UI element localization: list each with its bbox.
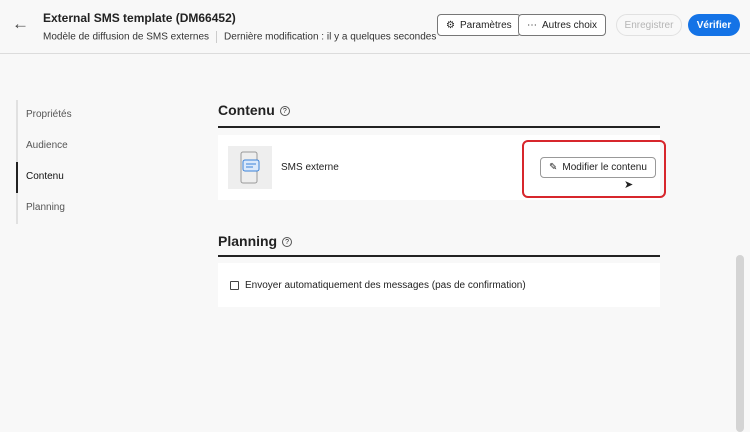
- template-type: Modèle de diffusion de SMS externes: [43, 31, 210, 43]
- nav-item-planning[interactable]: Planning: [16, 193, 72, 224]
- more-label: Autres choix: [542, 19, 598, 31]
- nav-item-properties[interactable]: Propriétés: [16, 100, 72, 131]
- more-options-button[interactable]: ⋯ Autres choix: [518, 14, 607, 36]
- subtitle: Modèle de diffusion de SMS externes Derni…: [43, 31, 436, 43]
- divider: [218, 255, 660, 257]
- planning-title: Planning: [218, 233, 278, 249]
- content-section-title: Contenu?: [218, 102, 290, 118]
- content-title: Contenu: [218, 102, 275, 118]
- header: ← External SMS template (DM66452) Modèle…: [0, 0, 750, 54]
- back-arrow-icon[interactable]: ←: [12, 14, 29, 34]
- scrollbar[interactable]: [736, 255, 744, 432]
- gear-icon: ⚙: [446, 19, 455, 31]
- verify-button[interactable]: Vérifier: [688, 14, 740, 36]
- help-icon[interactable]: ?: [279, 106, 290, 117]
- help-icon[interactable]: ?: [282, 237, 293, 248]
- auto-send-label: Envoyer automatiquement des messages (pa…: [245, 280, 526, 291]
- content-card: SMS externe ✎ Modifier le contenu ➤: [218, 135, 666, 200]
- edit-content-label: Modifier le contenu: [562, 162, 647, 173]
- settings-button[interactable]: ⚙ Paramètres: [437, 14, 521, 36]
- page-title: External SMS template (DM66452): [43, 11, 236, 25]
- edit-content-button[interactable]: ✎ Modifier le contenu: [540, 157, 656, 178]
- ellipsis-icon: ⋯: [527, 19, 537, 31]
- save-button[interactable]: Enregistrer: [616, 14, 682, 36]
- settings-label: Paramètres: [459, 19, 512, 31]
- last-modified: Dernière modification : il y a quelques …: [224, 31, 437, 43]
- divider: [218, 126, 660, 128]
- section-nav: Propriétés Audience Contenu Planning: [16, 100, 72, 224]
- pencil-icon: ✎: [549, 162, 558, 173]
- nav-item-audience[interactable]: Audience: [16, 131, 72, 162]
- channel-label: SMS externe: [281, 162, 339, 173]
- auto-send-checkbox[interactable]: [230, 281, 239, 290]
- sms-channel-icon: [228, 146, 272, 189]
- mouse-cursor-icon: ➤: [624, 179, 634, 191]
- nav-item-content[interactable]: Contenu: [16, 162, 72, 193]
- planning-section-title: Planning?: [218, 233, 293, 249]
- planning-card: Envoyer automatiquement des messages (pa…: [218, 263, 660, 307]
